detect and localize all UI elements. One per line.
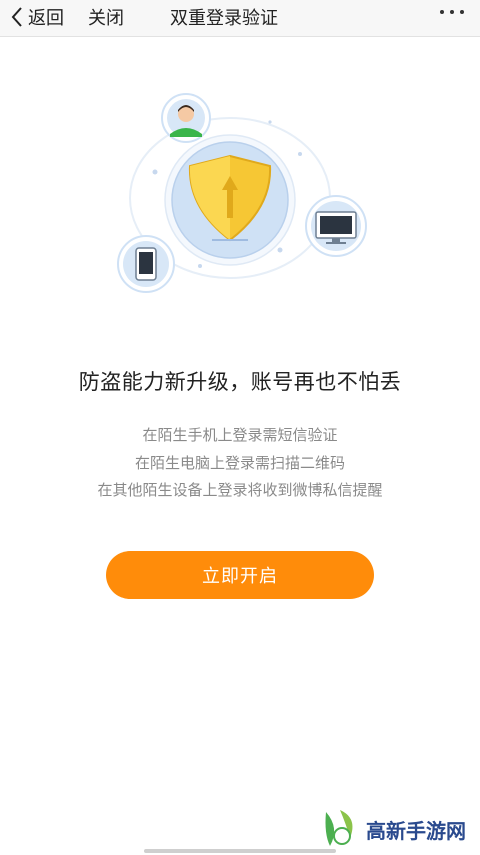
more-icon[interactable] <box>440 10 464 14</box>
description-line: 在其他陌生设备上登录将收到微博私信提醒 <box>97 481 383 499</box>
phone-icon <box>117 235 175 293</box>
user-avatar-icon <box>161 93 211 143</box>
security-illustration <box>117 93 367 293</box>
back-label: 返回 <box>28 8 64 29</box>
page-title: 双重登录验证 <box>170 8 278 29</box>
monitor-icon <box>305 195 367 257</box>
watermark: 高新手游网 <box>320 808 466 850</box>
watermark-text: 高新手游网 <box>366 818 466 843</box>
headline: 防盗能力新升级，账号再也不怕丢 <box>78 370 402 394</box>
page: 返回 关闭 双重登录验证 防盗能力新升级，账号再也不怕丢 在陌生手机上登录需短信… <box>0 0 480 855</box>
nav-bar: 返回 关闭 双重登录验证 <box>0 0 480 37</box>
close-button[interactable]: 关闭 <box>88 2 124 32</box>
watermark-logo-icon <box>325 810 353 846</box>
description-line: 在陌生手机上登录需短信验证 <box>142 426 338 444</box>
description-line: 在陌生电脑上登录需扫描二维码 <box>134 454 345 472</box>
chevron-left-icon <box>11 7 22 27</box>
back-button[interactable]: 返回 <box>10 2 64 32</box>
enable-now-button[interactable]: 立即开启 <box>106 551 374 599</box>
home-indicator <box>144 849 336 853</box>
